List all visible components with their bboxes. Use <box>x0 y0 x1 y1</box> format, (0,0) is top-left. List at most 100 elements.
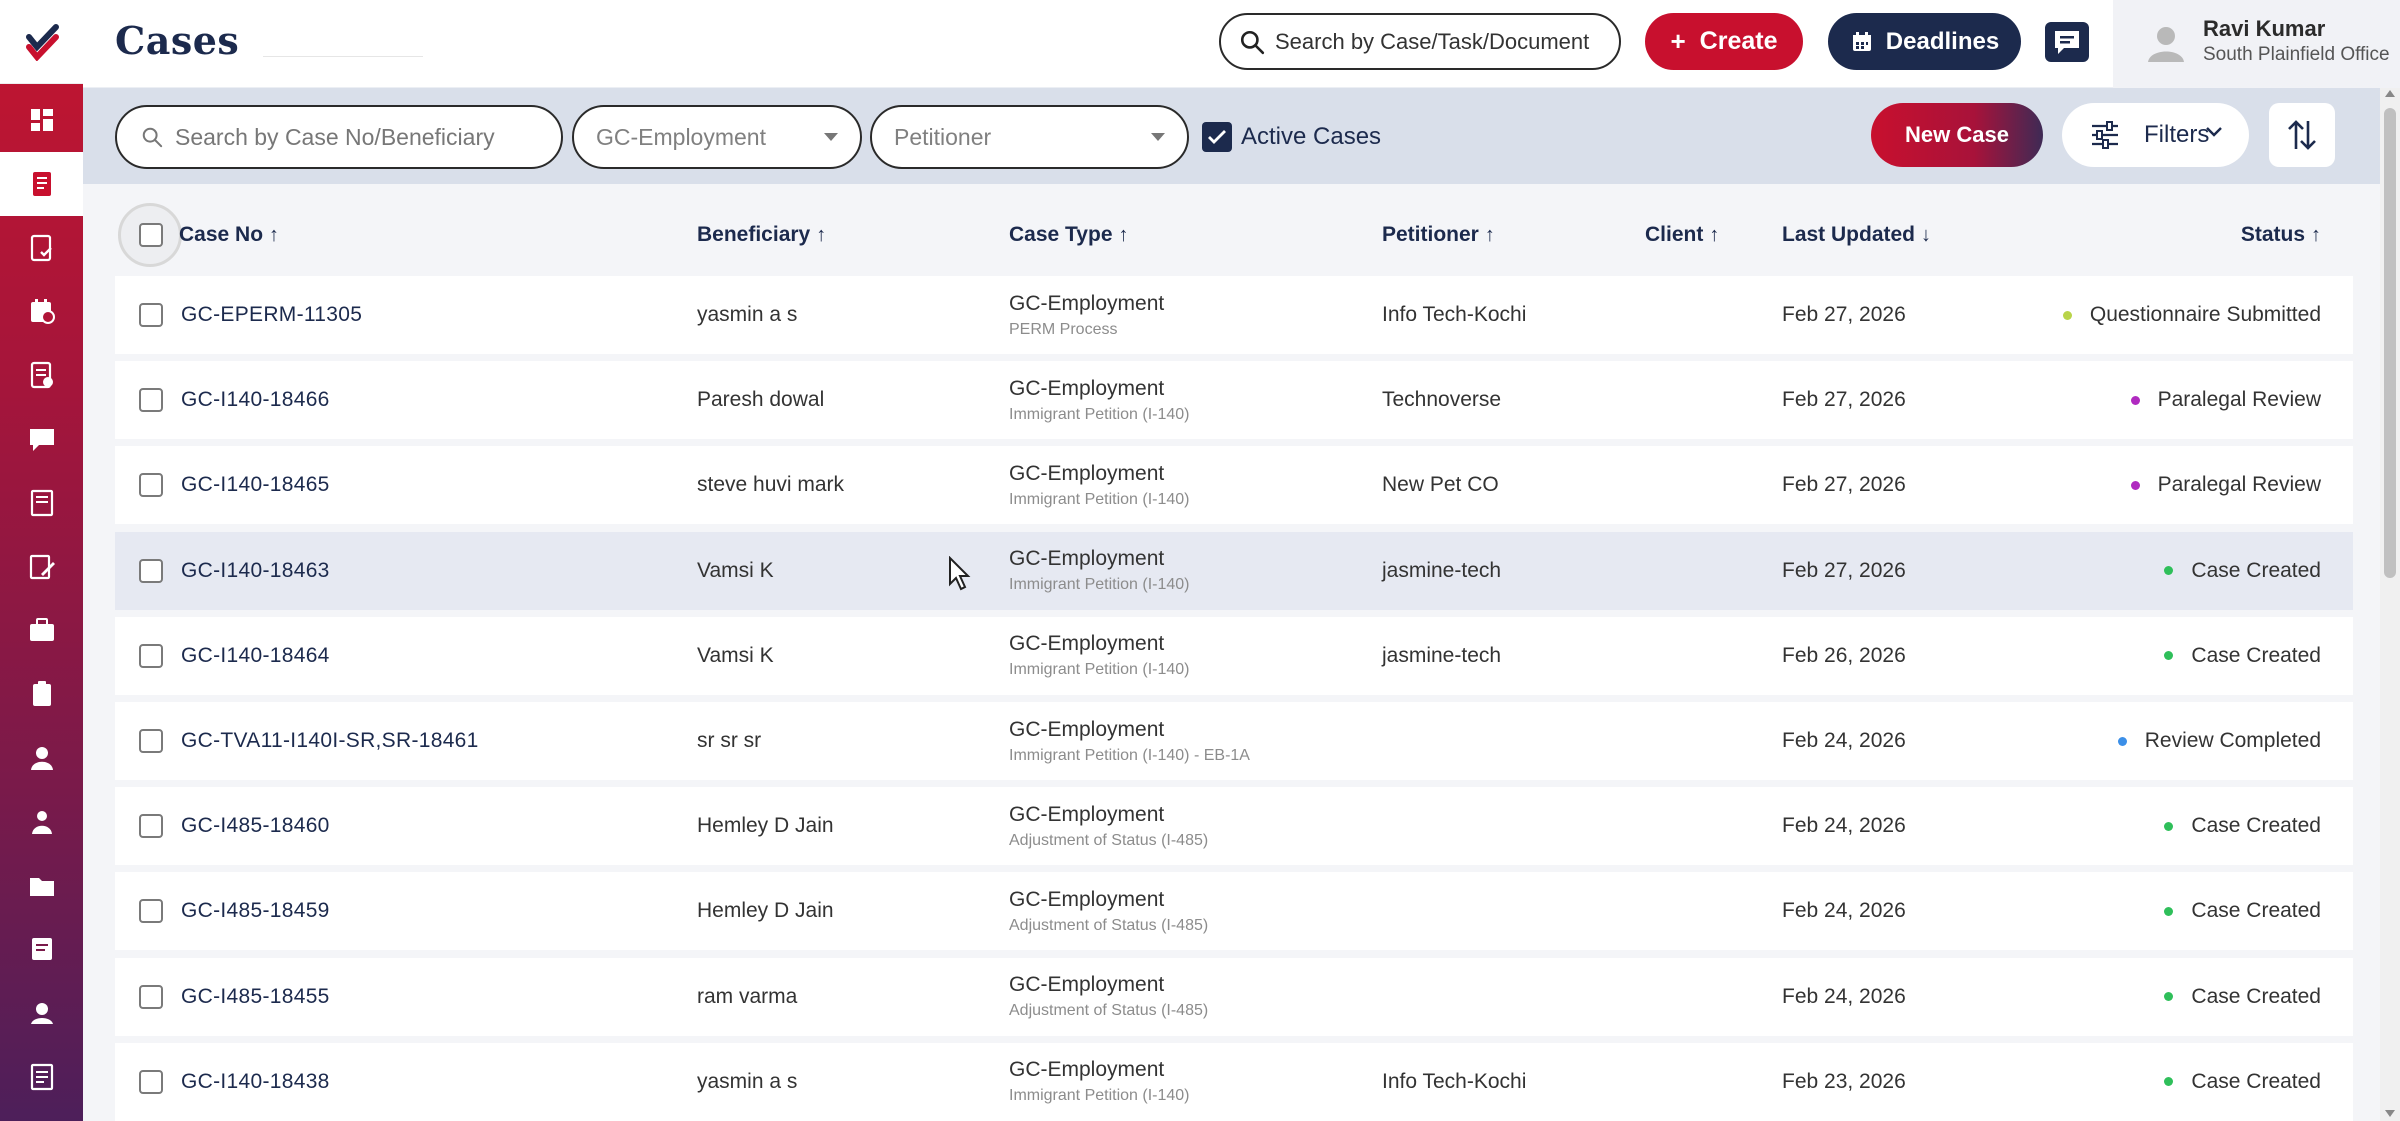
beneficiary-name: Vamsi K <box>697 558 774 582</box>
sidebar <box>0 0 83 1121</box>
column-header-case-no[interactable]: Case No ↑ <box>179 204 279 266</box>
table-row[interactable]: GC-I140-18438 yasmin a s GC-Employment Immi… <box>115 1042 2353 1121</box>
case-type-select[interactable]: GC-Employment <box>572 105 862 169</box>
row-checkbox[interactable] <box>139 984 163 1009</box>
sidebar-item-clipboard[interactable] <box>0 662 83 726</box>
column-header-label: Petitioner <box>1382 223 1479 246</box>
sidebar-item-notes[interactable] <box>0 917 83 981</box>
scroll-up-icon[interactable] <box>2385 90 2395 97</box>
case-number-link[interactable]: GC-I140-18465 <box>181 446 330 524</box>
column-header-case-type[interactable]: Case Type ↑ <box>1009 204 1129 266</box>
table-row[interactable]: GC-I140-18466 Paresh dowal GC-Employment Im… <box>115 361 2353 440</box>
beneficiary-name: Paresh dowal <box>697 388 825 412</box>
scroll-down-icon[interactable] <box>2385 1110 2395 1117</box>
table-row[interactable]: GC-I485-18460 Hemley D Jain GC-Employment A… <box>115 787 2353 866</box>
case-number-link[interactable]: GC-I485-18455 <box>181 958 330 1036</box>
user-menu[interactable]: Ravi Kumar South Plainfield Office <box>2113 0 2400 88</box>
sidebar-item-chat[interactable] <box>0 407 83 471</box>
sort-button[interactable] <box>2269 103 2335 167</box>
row-checkbox[interactable] <box>139 473 163 498</box>
vertical-scrollbar[interactable] <box>2380 88 2400 1121</box>
table-row[interactable]: GC-I140-18465 steve huvi mark GC-Employmen… <box>115 446 2353 525</box>
table-row[interactable]: GC-TVA11-I140I-SR,SR-18461 sr sr sr GC-Emp… <box>115 702 2353 780</box>
case-number-link[interactable]: GC-I140-18464 <box>181 617 330 695</box>
checkmark-icon <box>1208 130 1226 144</box>
status-label: Case Created <box>2191 1069 2321 1093</box>
case-subtype: Immigrant Petition (I-140) <box>1009 1087 1190 1105</box>
row-checkbox[interactable] <box>139 899 163 924</box>
case-number-link[interactable]: GC-I140-18466 <box>181 361 330 439</box>
sidebar-item-briefcase[interactable] <box>0 598 83 662</box>
table-row[interactable]: GC-EPERM-11305 yasmin a s GC-Employment PER… <box>115 276 2353 354</box>
calendar-icon <box>30 299 55 325</box>
sidebar-item-user[interactable] <box>0 726 83 790</box>
column-header-client[interactable]: Client ↑ <box>1645 204 1719 266</box>
status-badge: Case Created <box>2164 787 2321 865</box>
sidebar-item-reports[interactable] <box>0 1045 83 1109</box>
clipboard-icon <box>32 681 51 707</box>
case-search-input[interactable] <box>175 123 555 151</box>
case-number-link[interactable]: GC-EPERM-11305 <box>181 276 362 354</box>
deadlines-button[interactable]: Deadlines <box>1828 13 2021 70</box>
column-header-label: Status <box>2240 223 2305 246</box>
sidebar-item-contact[interactable] <box>0 981 83 1045</box>
column-header-beneficiary[interactable]: Beneficiary ↑ <box>697 204 826 266</box>
sidebar-item-user-group[interactable] <box>0 790 83 854</box>
sidebar-item-dashboard[interactable] <box>0 88 83 152</box>
petitioner-select[interactable]: Petitioner <box>870 105 1189 169</box>
row-checkbox[interactable] <box>139 303 163 327</box>
case-number-link[interactable]: GC-TVA11-I140I-SR,SR-18461 <box>181 702 479 780</box>
briefcase-icon <box>29 618 54 642</box>
table-row[interactable]: GC-I485-18455 ram varma GC-Employment Adjus… <box>115 957 2353 1036</box>
global-search-input[interactable] <box>1275 28 1605 55</box>
row-checkbox[interactable] <box>139 1069 163 1094</box>
sidebar-item-document-list[interactable] <box>0 343 83 407</box>
create-button[interactable]: + Create <box>1645 13 1803 70</box>
case-number-link[interactable]: GC-I485-18460 <box>181 787 330 865</box>
sort-asc-icon: ↑ <box>269 223 280 246</box>
active-cases-label[interactable]: Active Cases <box>1241 123 1381 151</box>
sidebar-item-folder[interactable] <box>0 854 83 918</box>
sidebar-item-book[interactable] <box>0 471 83 535</box>
active-cases-checkbox[interactable] <box>1202 122 1232 152</box>
table-row[interactable]: GC-I140-18463 Vamsi K GC-Employment Immigra… <box>115 531 2353 610</box>
app-logo[interactable] <box>0 0 83 84</box>
case-subtype: Adjustment of Status (I-485) <box>1009 916 1209 934</box>
row-checkbox[interactable] <box>139 729 163 753</box>
sidebar-item-document-check[interactable] <box>0 216 83 280</box>
case-search[interactable] <box>115 105 563 169</box>
table-row[interactable]: GC-I485-18459 Hemley D Jain GC-Employment A… <box>115 872 2353 951</box>
case-number: GC-I485-18455 <box>181 984 330 1008</box>
filters-button[interactable]: Filters <box>2062 103 2249 167</box>
status-label: Case Created <box>2191 558 2321 582</box>
petitioner-cell: Technoverse <box>1382 361 1501 439</box>
last-updated-date: Feb 24, 2026 <box>1782 729 1906 752</box>
logo-checkmark-icon <box>25 23 59 61</box>
status-label: Paralegal Review <box>2157 388 2321 412</box>
case-number-link[interactable]: GC-I140-18463 <box>181 532 330 610</box>
sidebar-item-calendar[interactable] <box>0 279 83 343</box>
status-dot-icon <box>2164 821 2174 831</box>
global-search[interactable] <box>1219 13 1621 70</box>
scrollbar-thumb[interactable] <box>2384 108 2396 578</box>
dashboard-icon <box>30 109 53 131</box>
status-badge: Case Created <box>2164 617 2321 695</box>
column-header-status[interactable]: Status ↑ <box>2241 204 2321 266</box>
select-all-checkbox[interactable] <box>139 223 163 247</box>
column-header-petitioner[interactable]: Petitioner ↑ <box>1382 204 1495 266</box>
sidebar-item-edit-document[interactable] <box>0 535 83 599</box>
column-header-label: Case Type <box>1009 223 1113 246</box>
status-badge: Case Created <box>2164 1043 2321 1121</box>
row-checkbox[interactable] <box>139 388 163 413</box>
row-checkbox[interactable] <box>139 643 163 668</box>
new-case-button[interactable]: New Case <box>1871 103 2043 167</box>
messages-button[interactable] <box>2045 22 2089 62</box>
column-header-last-updated[interactable]: Last Updated ↓ <box>1782 204 1931 266</box>
row-checkbox[interactable] <box>139 814 163 839</box>
status-label: Questionnaire Submitted <box>2089 303 2321 326</box>
case-number-link[interactable]: GC-I140-18438 <box>181 1043 330 1121</box>
row-checkbox[interactable] <box>139 558 163 583</box>
case-number-link[interactable]: GC-I485-18459 <box>181 872 330 950</box>
table-row[interactable]: GC-I140-18464 Vamsi K GC-Employment Immigra… <box>115 616 2353 695</box>
sidebar-item-cases[interactable] <box>0 151 83 216</box>
